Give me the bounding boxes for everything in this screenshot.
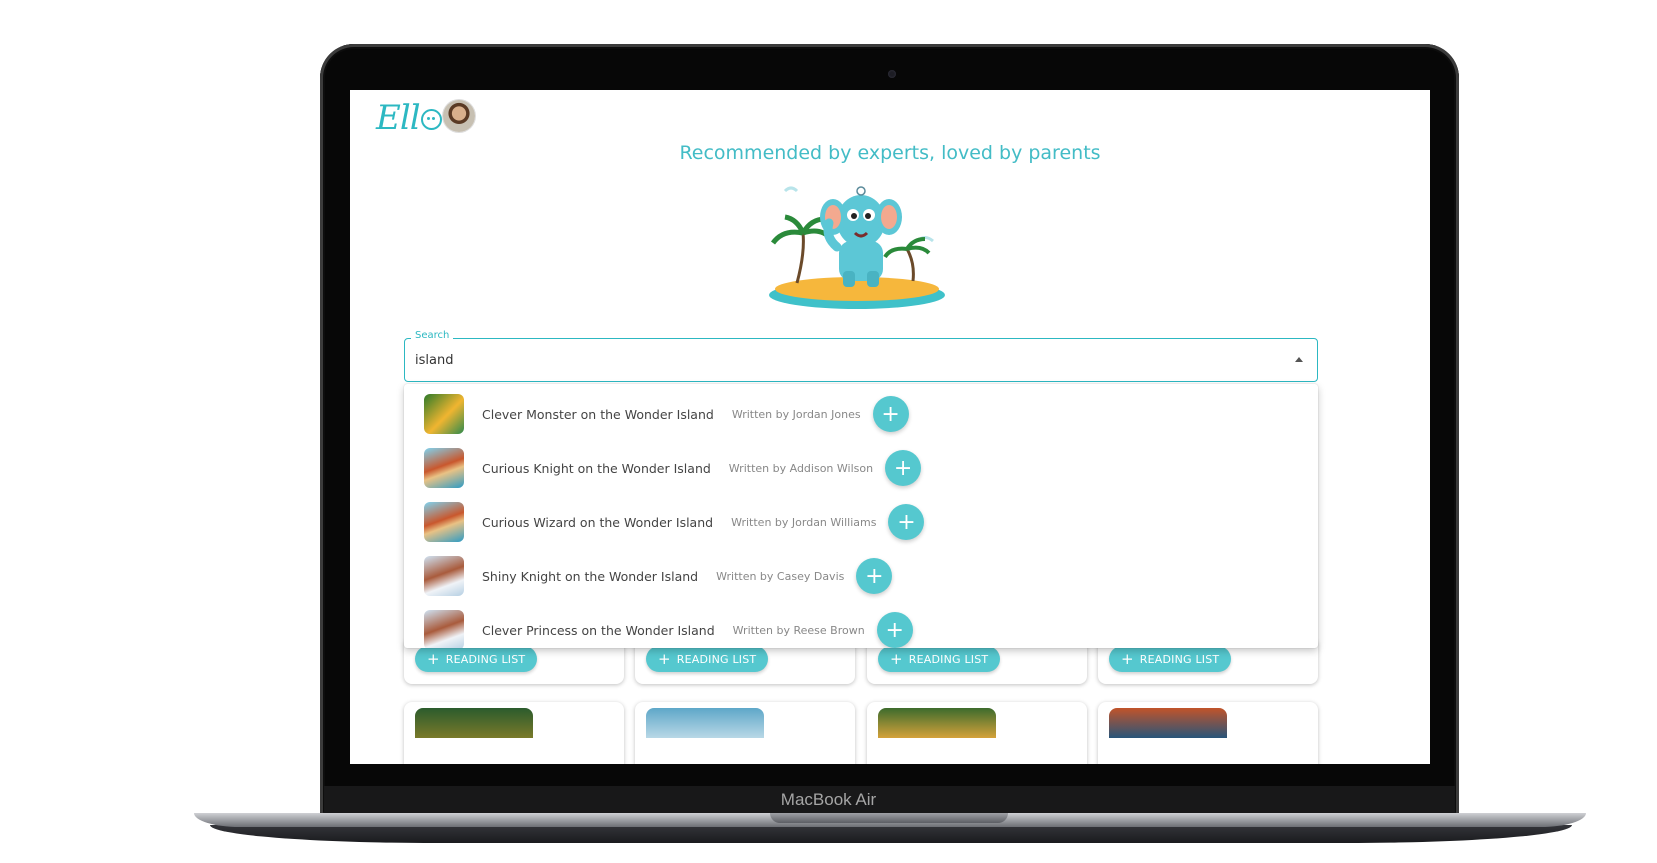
book-cover [424,556,464,596]
list-item[interactable]: Clever Monster on the Wonder Island Writ… [404,387,1318,441]
book-author: Written by Jordan Jones [731,407,861,421]
add-book-button[interactable]: + [888,504,925,540]
plus-icon: + [881,401,900,427]
book-cover [1109,708,1227,738]
app-screen: Ell Recommended by experts, loved by par… [350,90,1430,764]
reading-list-label: READING LIST [445,652,526,666]
book-title: Curious Knight on the Wonder Island [482,460,711,476]
list-item[interactable]: Curious Wizard on the Wonder Island Writ… [404,495,1318,549]
laptop-base-shadow [210,825,1572,843]
book-title: Clever Monster on the Wonder Island [482,406,714,422]
add-to-reading-list-button[interactable]: + READING LIST [1109,646,1232,672]
book-cover [415,708,533,738]
user-avatar[interactable] [443,100,475,132]
arrow-up-icon[interactable] [1295,357,1303,362]
search-value[interactable]: island [415,353,453,368]
elephant-island-illustration [769,186,945,309]
book-card[interactable] [867,702,1087,764]
book-author: Written by Reese Brown [732,623,865,637]
search-label: Search [411,330,454,341]
add-to-reading-list-button[interactable]: + READING LIST [646,646,769,672]
book-author: Written by Casey Davis [716,569,845,583]
book-card[interactable] [635,702,855,764]
add-book-button[interactable]: + [872,396,909,432]
book-author: Written by Addison Wilson [728,461,874,475]
book-title: Shiny Knight on the Wonder Island [482,568,699,584]
book-cover [646,708,764,738]
reading-list-label: READING LIST [1139,652,1220,666]
plus-icon: + [427,649,440,668]
plus-icon: + [893,455,913,481]
add-to-reading-list-button[interactable]: + READING LIST [415,646,538,672]
plus-icon: + [897,509,916,535]
reading-list-label: READING LIST [676,652,757,666]
device-label: MacBook Air [780,790,877,809]
camera-icon [888,70,896,78]
plus-icon: + [885,617,904,643]
book-cover [424,448,464,488]
book-cover [878,708,996,738]
book-cover [424,610,464,648]
book-title: Curious Wizard on the Wonder Island [482,514,714,530]
add-book-button[interactable]: + [885,450,922,486]
list-item[interactable]: Shiny Knight on the Wonder Island Writte… [404,549,1318,603]
plus-icon: + [865,563,884,589]
plus-icon: + [658,649,671,668]
add-book-button[interactable]: + [876,612,913,648]
book-author: Written by Jordan Williams [731,515,877,529]
plus-icon: + [1121,649,1134,668]
book-title: Clever Princess on the Wonder Island [482,622,715,638]
book-cover [424,394,464,434]
plus-icon: + [890,649,903,668]
book-card[interactable] [404,702,624,764]
laptop-notch [770,813,1008,823]
reading-list-label: READING LIST [908,652,989,666]
list-item[interactable]: Clever Princess on the Wonder Island Wri… [404,603,1318,648]
list-item[interactable]: Curious Knight on the Wonder Island Writ… [404,441,1318,495]
ello-logo[interactable]: Ell [376,98,442,138]
search-results-dropdown: Clever Monster on the Wonder Island Writ… [404,384,1318,648]
page-headline: Recommended by experts, loved by parents [679,142,1101,164]
add-to-reading-list-button[interactable]: + READING LIST [878,646,1001,672]
book-card[interactable] [1098,702,1318,764]
add-book-button[interactable]: + [856,558,893,594]
search-input[interactable]: Search island [404,330,1318,382]
book-cover [424,502,464,542]
